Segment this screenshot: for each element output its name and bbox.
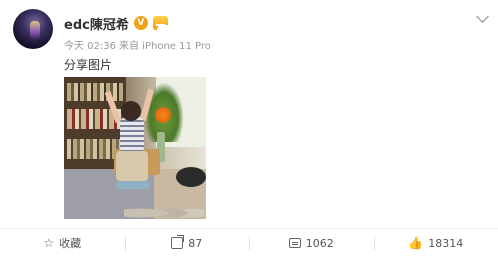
vip-icon	[152, 16, 171, 31]
post-text: 分享图片	[64, 58, 113, 72]
action-bar: ☆ 收藏 87 1062 👍 18314	[0, 228, 498, 257]
post-image[interactable]	[64, 77, 206, 219]
post-meta: 今天 02:36 来自 iPhone 11 Pro	[64, 37, 211, 52]
verified-icon: V	[133, 16, 148, 30]
avatar[interactable]	[13, 9, 53, 49]
repost-count: 87	[188, 236, 203, 250]
post-source: 来自 iPhone 11 Pro	[119, 41, 211, 52]
favorite-label: 收藏	[59, 237, 82, 250]
username[interactable]: edc陳冠希	[64, 14, 129, 33]
repost-button[interactable]: 87	[124, 229, 250, 257]
like-count: 18314	[428, 236, 464, 250]
star-icon: ☆	[43, 236, 55, 250]
comment-button[interactable]: 1062	[249, 229, 374, 257]
author-row: edc陳冠希 V	[64, 13, 171, 33]
thumbs-up-icon: 👍	[408, 236, 424, 250]
like-button[interactable]: 👍 18314	[373, 229, 498, 257]
weibo-post: edc陳冠希 V 今天 02:36 来自 iPhone 11 Pro 分享图片 …	[0, 0, 498, 257]
timestamp[interactable]: 今天 02:36	[64, 37, 116, 52]
comment-count: 1062	[305, 236, 334, 250]
comment-icon	[288, 238, 301, 248]
share-icon	[171, 235, 185, 249]
chevron-down-icon[interactable]	[476, 10, 489, 23]
favorite-button[interactable]: ☆ 收藏	[0, 229, 125, 257]
